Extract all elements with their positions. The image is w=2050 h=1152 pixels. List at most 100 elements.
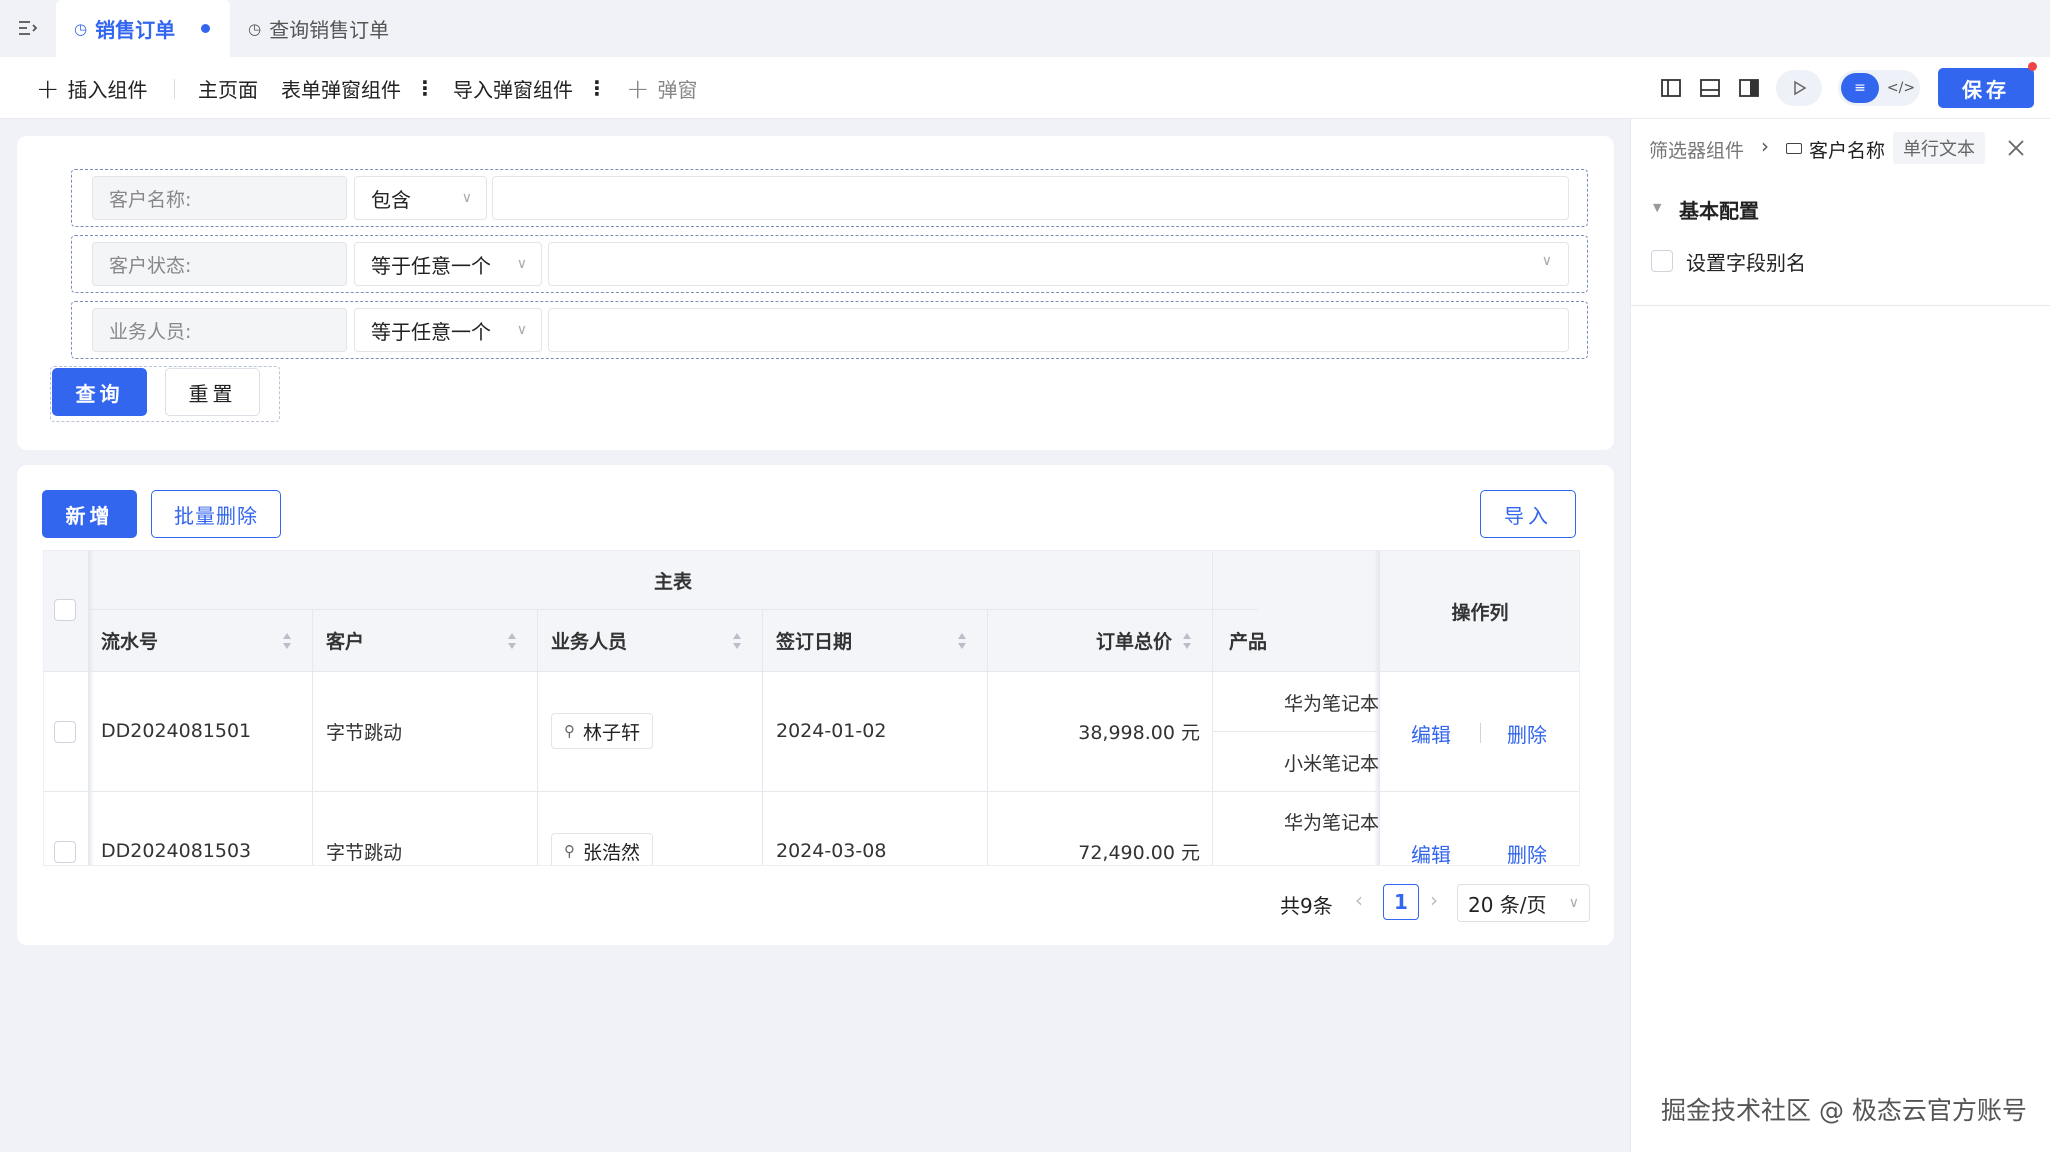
chevron-down-icon: ∨ <box>461 190 472 206</box>
cell-total: 38,998.00 元 <box>1078 721 1200 744</box>
column-header-customer[interactable]: 客户 <box>326 609 364 671</box>
sort-icon[interactable] <box>956 631 968 651</box>
insert-label: 插入组件 <box>67 77 148 102</box>
query-button[interactable]: 查询 <box>52 368 147 416</box>
cell-customer: 字节跳动 <box>326 841 403 864</box>
save-button[interactable]: 保存 <box>1938 68 2034 108</box>
next-page-icon[interactable]: › <box>1430 888 1438 912</box>
column-header-id[interactable]: 流水号 <box>101 609 158 671</box>
column-header-staff[interactable]: 业务人员 <box>551 609 627 671</box>
filter-row-customer-name: 客户名称: 包含 ∨ <box>71 169 1588 227</box>
filter-label: 客户状态: <box>92 242 347 286</box>
add-popup-button[interactable]: + 弹窗 <box>626 57 697 119</box>
divider <box>1212 551 1213 865</box>
column-header-label: 订单总价 <box>1096 630 1173 653</box>
import-label: 导入 <box>1504 503 1552 528</box>
settings-mode-icon[interactable]: ≡ <box>1841 73 1879 103</box>
plus-icon: + <box>626 71 650 105</box>
row-checkbox[interactable] <box>54 841 76 863</box>
filter-operator-select[interactable]: 等于任意一个 ∨ <box>354 308 542 352</box>
reset-button[interactable]: 重置 <box>165 368 260 416</box>
breadcrumb-current: 客户名称 <box>1809 140 1886 162</box>
column-header-date[interactable]: 签订日期 <box>776 609 852 671</box>
tab-query-sales-order[interactable]: ◷ 查询销售订单 <box>248 0 389 57</box>
select-all-checkbox[interactable] <box>54 599 76 621</box>
column-header-label: 客户 <box>326 630 365 653</box>
close-icon[interactable] <box>2003 135 2029 161</box>
chevron-down-icon: ∨ <box>516 256 527 272</box>
filter-card: 客户名称: 包含 ∨ 客户状态: 等于任意一个 ∨ ∨ 业务人员: 等于任意一个… <box>17 136 1614 450</box>
layout-right-icon[interactable] <box>1736 75 1762 101</box>
add-button[interactable]: 新增 <box>42 490 137 538</box>
pagination: 共9条 ‹ 1 › 20 条/页 ∨ <box>1270 882 1590 922</box>
batch-delete-button[interactable]: 批量删除 <box>151 490 281 538</box>
layout-bottom-icon[interactable] <box>1697 75 1723 101</box>
edit-link[interactable]: 编辑 <box>1411 839 1451 865</box>
import-button[interactable]: 导入 <box>1480 490 1576 538</box>
user-icon: ⚲ <box>564 722 575 740</box>
sort-icon[interactable] <box>281 631 293 651</box>
plus-icon: + <box>36 71 60 105</box>
chevron-down-icon: ∨ <box>1541 253 1552 269</box>
import-popup-button[interactable]: 导入弹窗组件 ⋮ <box>453 57 607 119</box>
filter-value-input[interactable] <box>492 176 1569 220</box>
form-popup-button[interactable]: 表单弹窗组件 ⋮ <box>281 57 435 119</box>
form-icon: ◷ <box>74 19 88 38</box>
cell-product: 小米笔记本 <box>1284 752 1380 775</box>
add-label: 新增 <box>65 503 114 528</box>
filter-value-select[interactable]: ∨ <box>548 242 1569 286</box>
collapse-menu-icon[interactable] <box>16 16 40 40</box>
sort-icon[interactable] <box>506 631 518 651</box>
cell-product: 华为笔记本 <box>1284 811 1380 834</box>
collapse-caret-icon[interactable]: ▼ <box>1653 201 1661 214</box>
sort-icon[interactable] <box>1181 631 1193 651</box>
group-header: 主表 <box>88 551 1258 609</box>
more-vertical-icon[interactable]: ⋮ <box>415 76 435 100</box>
filter-label: 业务人员: <box>92 308 347 352</box>
delete-link[interactable]: 删除 <box>1507 719 1547 748</box>
insert-component-button[interactable]: + 插入组件 <box>36 57 147 119</box>
main-page-button[interactable]: 主页面 <box>198 57 258 119</box>
breadcrumb-parent[interactable]: 筛选器组件 <box>1649 136 1744 163</box>
page-number-current[interactable]: 1 <box>1383 884 1419 920</box>
column-header-total[interactable]: 订单总价 <box>1096 609 1172 671</box>
sort-icon[interactable] <box>731 631 743 651</box>
code-icon[interactable]: </> <box>1886 73 1916 103</box>
notification-dot <box>2028 62 2037 71</box>
prev-page-icon[interactable]: ‹ <box>1355 888 1363 912</box>
delete-link[interactable]: 删除 <box>1507 839 1547 865</box>
filter-value-input[interactable] <box>548 308 1569 352</box>
column-header-label: 流水号 <box>101 630 159 653</box>
edit-link[interactable]: 编辑 <box>1411 719 1451 748</box>
mode-switch[interactable]: ≡ </> <box>1838 70 1920 106</box>
column-header-product[interactable]: 产品 <box>1229 609 1267 671</box>
divider <box>762 609 763 865</box>
toolbar: + 插入组件 主页面 表单弹窗组件 ⋮ 导入弹窗组件 ⋮ + 弹窗 ≡ </> … <box>0 57 2050 119</box>
alias-checkbox[interactable] <box>1651 250 1673 272</box>
chevron-right-icon: › <box>1761 134 1769 158</box>
row-checkbox[interactable] <box>54 721 76 743</box>
column-header-label: 签订日期 <box>776 630 853 653</box>
cell-id: DD2024081501 <box>101 720 252 742</box>
preview-button[interactable] <box>1776 70 1822 106</box>
cell-date: 2024-03-08 <box>776 840 887 862</box>
cell-customer: 字节跳动 <box>326 721 403 744</box>
page-size-select[interactable]: 20 条/页 ∨ <box>1457 884 1590 922</box>
layout-left-icon[interactable] <box>1658 75 1684 101</box>
filter-operator-select[interactable]: 包含 ∨ <box>354 176 487 220</box>
page-size-value: 20 条/页 <box>1468 892 1547 917</box>
fixed-column-shadow <box>88 551 94 865</box>
chevron-down-icon: ∨ <box>1568 895 1579 911</box>
section-title[interactable]: 基本配置 <box>1679 195 1759 224</box>
main-page-label: 主页面 <box>198 77 258 102</box>
staff-chip: ⚲ 林子轩 <box>551 713 654 749</box>
tab-label: 销售订单 <box>95 18 176 42</box>
cell-id: DD2024081503 <box>101 840 252 862</box>
filter-operator-select[interactable]: 等于任意一个 ∨ <box>354 242 542 286</box>
divider <box>312 609 313 865</box>
divider <box>44 671 1579 672</box>
tab-sales-order[interactable]: ◷ 销售订单 <box>56 0 230 57</box>
divider <box>174 79 175 99</box>
input-field-icon <box>1786 143 1802 154</box>
more-vertical-icon[interactable]: ⋮ <box>587 76 607 100</box>
